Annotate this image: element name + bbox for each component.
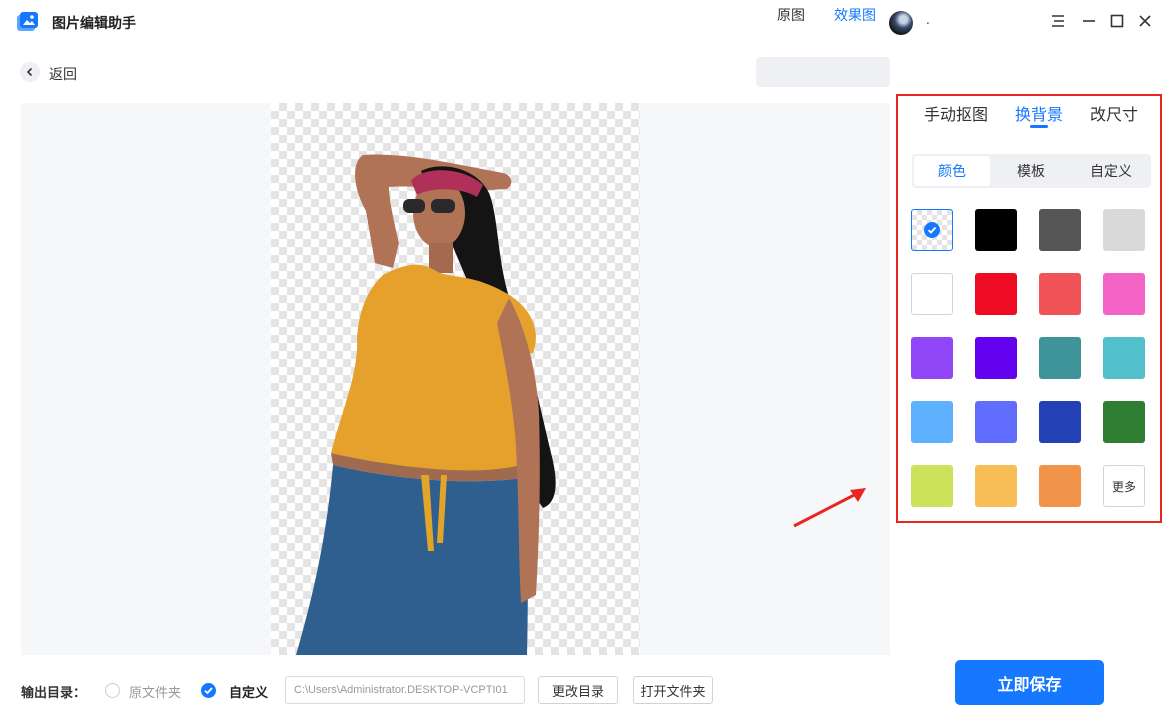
swatch-transparent[interactable] <box>911 209 953 251</box>
color-swatch[interactable] <box>1039 465 1081 507</box>
color-swatch[interactable] <box>1039 401 1081 443</box>
view-original-button[interactable]: 原图 <box>759 3 823 27</box>
minimize-icon[interactable] <box>1078 10 1100 32</box>
chevron-left-icon <box>26 67 33 77</box>
check-icon <box>204 687 213 695</box>
color-swatch[interactable] <box>975 337 1017 379</box>
color-swatch[interactable] <box>975 209 1017 251</box>
color-swatch[interactable] <box>1039 209 1081 251</box>
view-toggle <box>756 57 890 87</box>
subtab-template[interactable]: 模板 <box>993 156 1069 186</box>
menu-icon[interactable] <box>1047 10 1069 32</box>
close-icon[interactable] <box>1134 10 1156 32</box>
arrow-annotation-icon <box>793 488 866 528</box>
avatar[interactable] <box>889 11 913 35</box>
save-now-button[interactable]: 立即保存 <box>955 660 1104 705</box>
open-folder-button[interactable]: 打开文件夹 <box>633 676 713 704</box>
color-swatch[interactable] <box>911 273 953 315</box>
tab-change-background[interactable]: 换背景 <box>1015 101 1063 125</box>
color-swatch[interactable] <box>1103 401 1145 443</box>
color-swatch[interactable] <box>975 401 1017 443</box>
color-swatch[interactable] <box>975 273 1017 315</box>
output-path-field[interactable]: C:\Users\Administrator.DESKTOP-VCPTI01 <box>285 676 525 704</box>
selected-check-icon <box>924 222 940 238</box>
option-original-folder-label[interactable]: 原文件夹 <box>129 682 181 701</box>
subtab-custom[interactable]: 自定义 <box>1073 156 1149 186</box>
change-dir-button[interactable]: 更改目录 <box>538 676 618 704</box>
subject-cutout-image <box>296 154 556 655</box>
radio-custom-folder[interactable] <box>201 683 216 698</box>
output-dir-label: 输出目录： <box>21 686 87 701</box>
back-label[interactable]: 返回 <box>49 64 77 84</box>
color-swatch[interactable] <box>1103 273 1145 315</box>
user-name[interactable]: . <box>926 13 930 27</box>
more-colors-button[interactable]: 更多 <box>1103 465 1145 507</box>
radio-original-folder[interactable] <box>105 683 120 698</box>
tab-manual-cutout[interactable]: 手动抠图 <box>924 101 988 125</box>
color-swatch[interactable] <box>1103 337 1145 379</box>
color-swatch[interactable] <box>911 465 953 507</box>
color-swatch[interactable] <box>975 465 1017 507</box>
view-effect-button[interactable]: 效果图 <box>823 3 887 27</box>
app-logo-icon <box>17 12 38 31</box>
title-bar <box>0 0 1170 44</box>
active-tab-indicator <box>1030 125 1048 128</box>
app-title: 图片编辑助手 <box>52 16 136 32</box>
option-custom-folder-label[interactable]: 自定义 <box>229 682 268 701</box>
tab-resize[interactable]: 改尺寸 <box>1090 101 1138 125</box>
back-button[interactable] <box>20 62 40 82</box>
subtab-color[interactable]: 颜色 <box>914 156 990 186</box>
color-swatch[interactable] <box>1039 337 1081 379</box>
color-swatch[interactable] <box>911 337 953 379</box>
maximize-icon[interactable] <box>1106 10 1128 32</box>
color-swatch[interactable] <box>1103 209 1145 251</box>
color-swatch[interactable] <box>1039 273 1081 315</box>
color-swatch[interactable] <box>911 401 953 443</box>
